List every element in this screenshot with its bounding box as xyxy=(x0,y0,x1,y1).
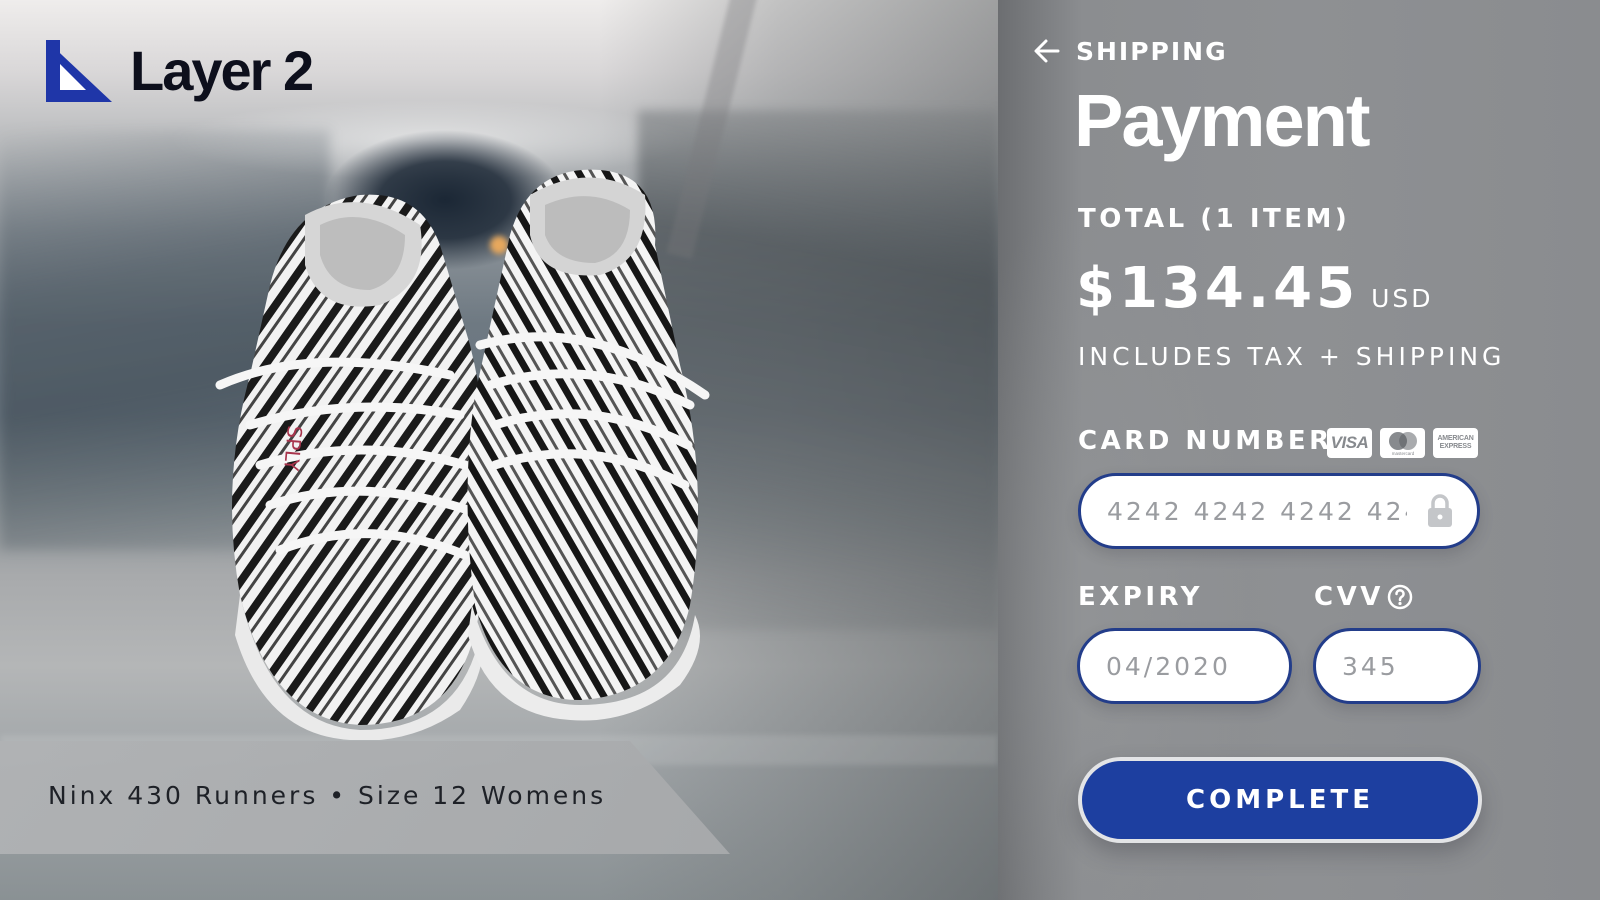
product-description: Ninx 430 Runners • Size 12 Womens xyxy=(48,781,607,810)
left-shoe: SPLY xyxy=(215,194,488,740)
card-number-input[interactable] xyxy=(1078,473,1480,549)
product-photo: SPLY Layer 2 Ninx 430 Runners • Size 12 … xyxy=(0,0,998,900)
cvv-label: CVV xyxy=(1314,582,1384,612)
sneakers-image: SPLY xyxy=(215,169,710,740)
total-amount-row: $134.45 USD xyxy=(1076,256,1433,321)
cvv-input[interactable] xyxy=(1313,628,1481,704)
brand-logo[interactable]: Layer 2 xyxy=(46,39,314,102)
total-note: INCLUDES TAX + SHIPPING xyxy=(1078,342,1506,371)
product-banner: Ninx 430 Runners • Size 12 Womens xyxy=(0,741,730,854)
currency-code: USD xyxy=(1371,284,1434,313)
card-number-label: CARD NUMBER xyxy=(1078,426,1333,456)
back-to-shipping-link[interactable]: SHIPPING xyxy=(1032,36,1228,66)
svg-text:mastercard: mastercard xyxy=(1391,451,1414,456)
arrow-left-icon xyxy=(1034,39,1060,63)
lock-icon xyxy=(1428,494,1452,527)
amex-icon: AMERICAN EXPRESS xyxy=(1433,428,1478,458)
mastercard-icon: mastercard xyxy=(1380,428,1425,458)
accepted-cards: VISA mastercard AMERICAN EXPRESS xyxy=(1327,428,1478,458)
right-shoe xyxy=(467,169,710,721)
cvv-label-group: CVV xyxy=(1314,582,1414,612)
help-icon[interactable] xyxy=(1386,583,1414,611)
brand-name: Layer 2 xyxy=(130,39,314,102)
layer-triangle-icon xyxy=(46,40,112,102)
page-title: Payment xyxy=(1074,79,1370,162)
expiry-label: EXPIRY xyxy=(1078,582,1203,612)
back-label: SHIPPING xyxy=(1076,36,1228,66)
total-label: TOTAL (1 ITEM) xyxy=(1078,204,1351,234)
visa-icon: VISA xyxy=(1327,428,1372,458)
svg-text:SPLY: SPLY xyxy=(279,425,307,473)
total-amount: $134.45 xyxy=(1076,256,1360,321)
complete-button[interactable]: COMPLETE xyxy=(1078,757,1482,843)
payment-panel: SHIPPING Payment TOTAL (1 ITEM) $134.45 … xyxy=(998,0,1600,900)
expiry-input[interactable] xyxy=(1077,628,1292,704)
